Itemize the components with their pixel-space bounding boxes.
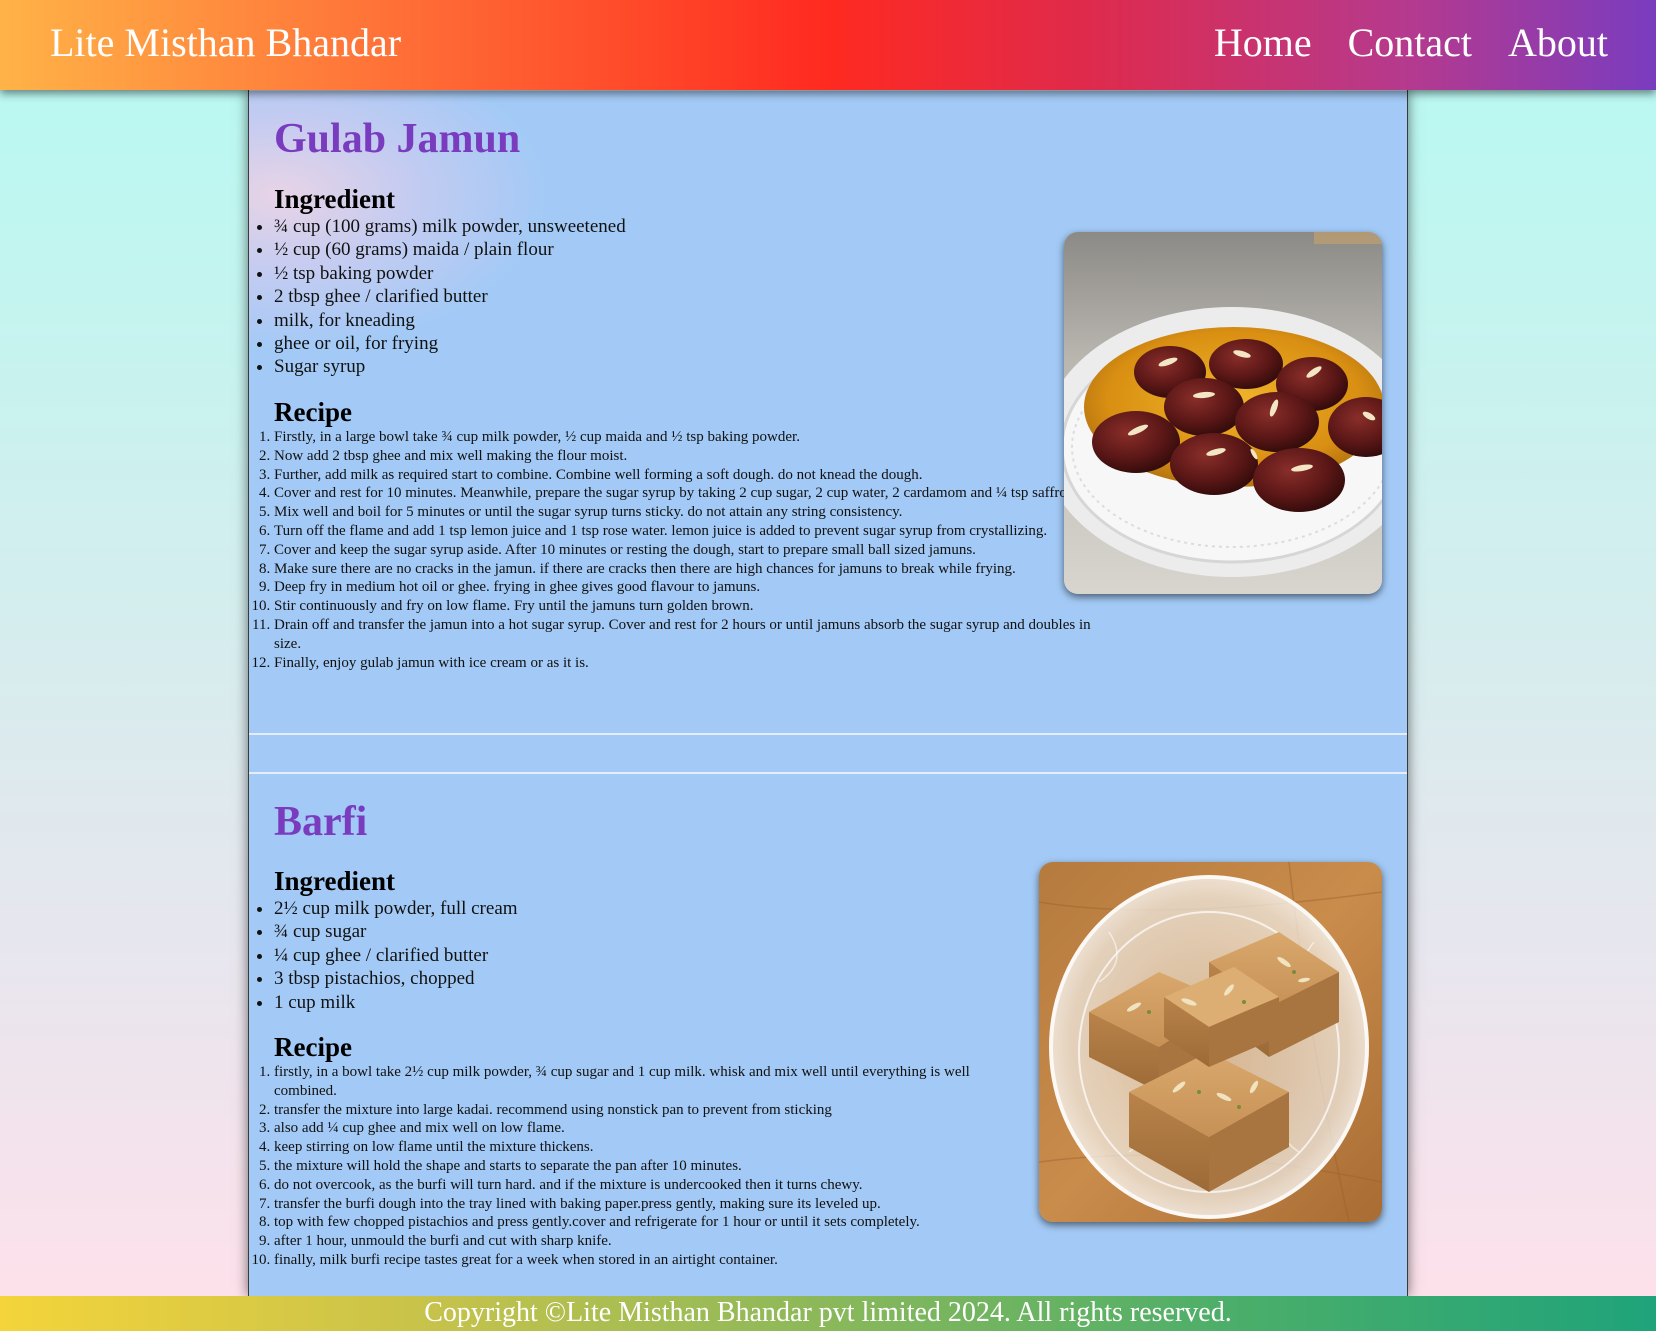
nav-home-link[interactable]: Home: [1214, 19, 1312, 66]
barfi-photo: [1039, 862, 1382, 1222]
recipe-step: Deep fry in medium hot oil or ghee. fryi…: [274, 578, 1094, 597]
ingredient-item: ¾ cup sugar: [274, 920, 518, 943]
recipe-title: Gulab Jamun: [274, 116, 521, 162]
ingredient-item: 1 cup milk: [274, 991, 518, 1014]
recipe-column: Gulab Jamun Ingredient ¾ cup (100 grams)…: [248, 90, 1408, 1296]
recipe-step: keep stirring on low flame until the mix…: [274, 1138, 1014, 1157]
recipe-heading: Recipe: [274, 397, 352, 427]
recipe-step: Mix well and boil for 5 minutes or until…: [274, 503, 1094, 522]
ingredient-item: 2 tbsp ghee / clarified butter: [274, 285, 626, 308]
ingredient-item: ¼ cup ghee / clarified butter: [274, 944, 518, 967]
site-header: Lite Misthan Bhandar Home Contact About: [0, 0, 1656, 90]
recipe-step: Firstly, in a large bowl take ¾ cup milk…: [274, 428, 1094, 447]
recipe-step: Further, add milk as required start to c…: [274, 466, 1094, 485]
recipe-step: transfer the burfi dough into the tray l…: [274, 1195, 1014, 1214]
recipe-heading: Recipe: [274, 1032, 352, 1062]
recipe-card-barfi: Barfi Ingredient 2½ cup milk powder, ful…: [249, 772, 1407, 1296]
recipe-step: after 1 hour, unmould the burfi and cut …: [274, 1232, 1014, 1251]
ingredient-item: ½ cup (60 grams) maida / plain flour: [274, 238, 626, 261]
ingredient-item: ghee or oil, for frying: [274, 332, 626, 355]
recipe-step: Turn off the flame and add 1 tsp lemon j…: [274, 522, 1094, 541]
nav-contact-link[interactable]: Contact: [1348, 19, 1472, 66]
recipe-steps: Firstly, in a large bowl take ¾ cup milk…: [274, 428, 1094, 672]
ingredient-item: milk, for kneading: [274, 309, 626, 332]
recipe-step: Stir continuously and fry on low flame. …: [274, 597, 1094, 616]
recipe-title: Barfi: [274, 799, 368, 845]
recipe-step: Finally, enjoy gulab jamun with ice crea…: [274, 654, 1094, 673]
ingredient-item: 2½ cup milk powder, full cream: [274, 897, 518, 920]
ingredient-item: ½ tsp baking powder: [274, 262, 626, 285]
ingredient-item: Sugar syrup: [274, 355, 626, 378]
recipe-step: top with few chopped pistachios and pres…: [274, 1213, 1014, 1232]
copyright-text: Copyright ©Lite Misthan Bhandar pvt limi…: [424, 1297, 1232, 1328]
recipe-step: Now add 2 tbsp ghee and mix well making …: [274, 447, 1094, 466]
main-nav: Home Contact About: [1214, 19, 1608, 66]
ingredient-list: ¾ cup (100 grams) milk powder, unsweeten…: [274, 215, 626, 379]
site-footer: Copyright ©Lite Misthan Bhandar pvt limi…: [0, 1296, 1656, 1331]
ingredient-item: 3 tbsp pistachios, chopped: [274, 967, 518, 990]
recipe-step: do not overcook, as the burfi will turn …: [274, 1176, 1014, 1195]
ingredient-heading: Ingredient: [274, 184, 396, 214]
recipe-step: Drain off and transfer the jamun into a …: [274, 616, 1094, 654]
ingredient-item: ¾ cup (100 grams) milk powder, unsweeten…: [274, 215, 626, 238]
recipe-step: firstly, in a bowl take 2½ cup milk powd…: [274, 1063, 1014, 1101]
ingredient-list: 2½ cup milk powder, full cream ¾ cup sug…: [274, 897, 518, 1014]
recipe-card-gulab-jamun: Gulab Jamun Ingredient ¾ cup (100 grams)…: [249, 90, 1407, 735]
ingredient-heading: Ingredient: [274, 866, 396, 896]
recipe-step: finally, milk burfi recipe tastes great …: [274, 1251, 1014, 1270]
gulab-jamun-photo: [1064, 232, 1382, 594]
recipe-step: Cover and keep the sugar syrup aside. Af…: [274, 541, 1094, 560]
recipe-step: Cover and rest for 10 minutes. Meanwhile…: [274, 484, 1094, 503]
recipe-step: Make sure there are no cracks in the jam…: [274, 560, 1094, 579]
recipe-step: also add ¼ cup ghee and mix well on low …: [274, 1119, 1014, 1138]
recipe-steps: firstly, in a bowl take 2½ cup milk powd…: [274, 1063, 1014, 1270]
nav-about-link[interactable]: About: [1508, 19, 1608, 66]
recipe-step: transfer the mixture into large kadai. r…: [274, 1101, 1014, 1120]
site-brand[interactable]: Lite Misthan Bhandar: [50, 19, 401, 66]
recipe-step: the mixture will hold the shape and star…: [274, 1157, 1014, 1176]
